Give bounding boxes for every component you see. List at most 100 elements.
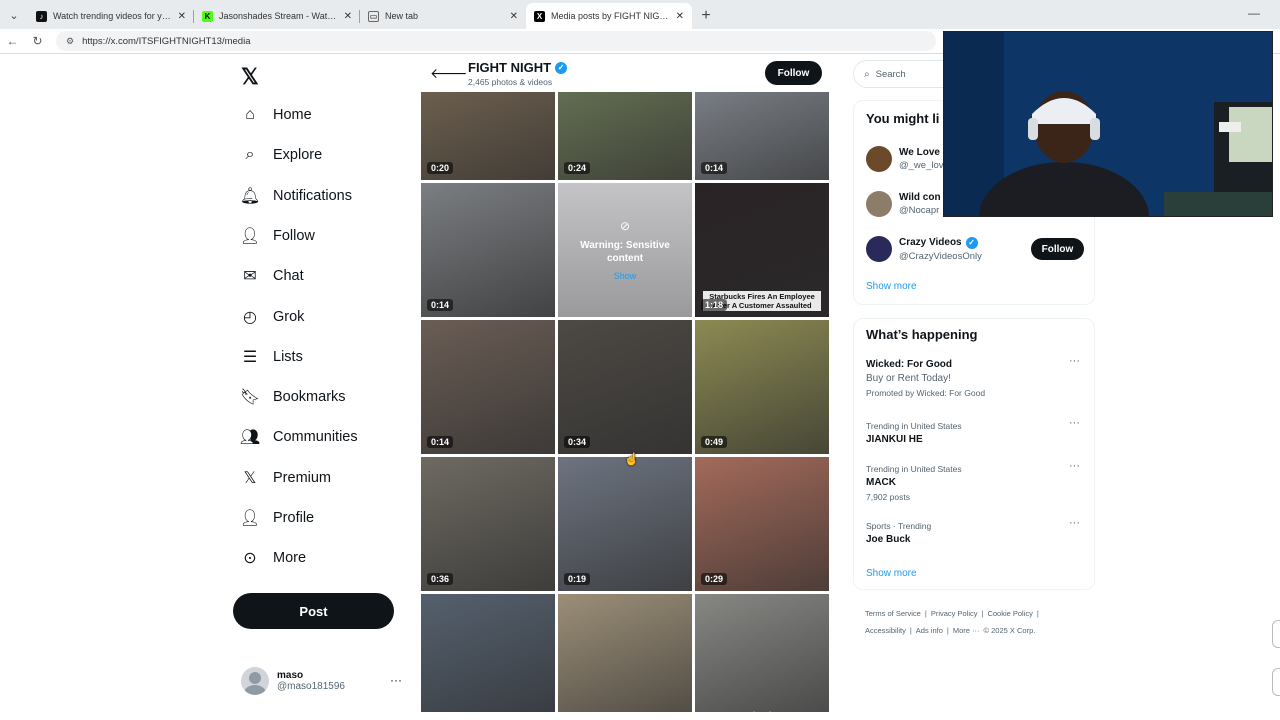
- suggested-user-text: We Love @_we_lov: [899, 147, 944, 171]
- trend-title: Joe Buck: [866, 534, 911, 545]
- media-thumbnail[interactable]: Starbucks Fires An Employee After A Cust…: [695, 183, 829, 317]
- media-thumbnail[interactable]: [558, 594, 692, 712]
- minimize-window-icon[interactable]: —: [1248, 6, 1260, 20]
- tab-search-chevron-icon[interactable]: ⌄: [0, 1, 28, 29]
- promoted-label: Promoted by Wicked: For Good: [866, 388, 986, 398]
- media-thumbnail[interactable]: 0:14: [421, 183, 555, 317]
- sidebar-item-grok[interactable]: ◴ Grok: [240, 302, 304, 332]
- sidebar-item-lists[interactable]: ☰ Lists: [240, 342, 303, 372]
- kick-icon: K: [202, 10, 213, 22]
- video-duration: 0:49: [701, 436, 728, 448]
- trend-item[interactable]: Trending in United States MACK 7,902 posts…: [866, 460, 1086, 502]
- footer-link[interactable]: More ···: [953, 626, 980, 635]
- hidden-eye-icon: ⊘: [619, 219, 631, 233]
- who-to-follow-title: You might li: [866, 111, 940, 126]
- avatar: [866, 146, 892, 172]
- trend-post-count: 7,902 posts: [866, 492, 910, 502]
- trend-item[interactable]: Wicked: For Good Buy or Rent Today! Promot…: [866, 355, 1086, 398]
- sidebar-item-chat[interactable]: ✉ Chat: [240, 261, 303, 291]
- edge-side-button[interactable]: [1272, 620, 1280, 648]
- browser-tab-newtab[interactable]: ▭ New tab ✕: [360, 3, 526, 29]
- sidebar-item-profile[interactable]: 👤︎ Profile: [240, 503, 314, 533]
- footer-link[interactable]: Ads info: [916, 626, 943, 635]
- trend-title: JIANKUI HE: [866, 434, 923, 445]
- footer-separator: |: [924, 609, 927, 618]
- media-thumbnail[interactable]: 0:36: [421, 457, 555, 591]
- trend-title: Wicked: For Good: [866, 359, 953, 370]
- verified-badge-icon: ✓: [965, 236, 978, 249]
- close-tab-icon[interactable]: ✕: [344, 11, 352, 22]
- media-thumbnail[interactable]: 0:20: [421, 92, 555, 180]
- follow-button[interactable]: Follow: [765, 61, 822, 85]
- profile-header: 🡐 FIGHT NIGHT ✓ 2,465 photos & videos Fol…: [418, 56, 831, 92]
- sidebar-item-communities[interactable]: 👥︎ Communities: [240, 422, 358, 452]
- video-duration: 0:36: [427, 573, 454, 585]
- trend-meta: Sports · Trending: [866, 521, 932, 531]
- sensitive-content-warning: Warning: Sensitive content: [580, 240, 670, 264]
- follow-button[interactable]: Follow: [1031, 238, 1084, 260]
- show-more-link[interactable]: Show more: [866, 568, 917, 579]
- media-thumbnail[interactable]: 0:34: [558, 320, 692, 454]
- media-thumbnail[interactable]: 0:14: [695, 92, 829, 180]
- footer-link[interactable]: Cookie Policy: [987, 609, 1032, 618]
- trend-item[interactable]: Sports · Trending Joe Buck ···: [866, 517, 1086, 545]
- sidebar-item-bookmarks[interactable]: 🔖︎ Bookmarks: [240, 382, 346, 412]
- footer-link[interactable]: Terms of Service: [865, 609, 921, 618]
- post-button[interactable]: Post: [233, 593, 394, 629]
- sidebar-item-explore[interactable]: ⌕ Explore: [240, 140, 323, 170]
- footer-link[interactable]: © 2025 X Corp.: [984, 626, 1036, 635]
- close-tab-icon[interactable]: ✕: [510, 11, 518, 22]
- media-thumbnail[interactable]: 0:24: [558, 92, 692, 180]
- sidebar-item-home[interactable]: ⌂ Home: [240, 100, 312, 130]
- browser-tab-x-media[interactable]: X Media posts by FIGHT NIGHT (@IT ✕: [526, 3, 692, 29]
- browser-tab-tiktok[interactable]: ♪ Watch trending videos for you | Ti ✕: [28, 3, 194, 29]
- edge-side-button[interactable]: [1272, 668, 1280, 696]
- trend-meta: Trending in United States: [866, 464, 962, 474]
- media-thumbnail[interactable]: [421, 594, 555, 712]
- suggested-user-text: Crazy Videos ✓ @CrazyVideosOnly: [899, 236, 982, 262]
- more-dots-icon[interactable]: ···: [1069, 517, 1080, 529]
- footer-link[interactable]: Privacy Policy: [931, 609, 978, 618]
- sidebar-item-label: Home: [273, 107, 312, 123]
- more-dots-icon[interactable]: ···: [1069, 417, 1080, 429]
- media-thumbnail[interactable]: 0:49: [695, 320, 829, 454]
- avatar: [866, 191, 892, 217]
- more-dots-icon[interactable]: ···: [1069, 355, 1080, 367]
- media-thumbnail[interactable]: ⊘ Warning: Sensitive content Show: [558, 183, 692, 317]
- whats-happening-card: What’s happening Wicked: For Good Buy or …: [853, 318, 1095, 590]
- suggested-user[interactable]: Crazy Videos ✓ @CrazyVideosOnly Follow: [866, 231, 1086, 267]
- media-thumbnail[interactable]: 0:19: [558, 457, 692, 591]
- browser-tab-kick[interactable]: K Jasonshades Stream - Watch Live ✕: [194, 3, 360, 29]
- media-thumbnail[interactable]: 0:29: [695, 457, 829, 591]
- footer-links: Terms of Service | Privacy Policy | Cookie P…: [865, 605, 1095, 639]
- new-tab-button[interactable]: +: [692, 3, 720, 29]
- more-dots-icon[interactable]: ···: [390, 673, 402, 687]
- x-logo[interactable]: 𝕏: [241, 64, 259, 90]
- video-duration: 0:14: [427, 436, 454, 448]
- show-more-link[interactable]: Show more: [866, 281, 917, 292]
- sidebar-item-more[interactable]: ⊙ More: [240, 543, 306, 573]
- close-tab-icon[interactable]: ✕: [178, 11, 186, 22]
- sidebar-item-notifications[interactable]: 🔔︎ Notifications: [240, 181, 352, 211]
- media-thumbnail[interactable]: 0:14: [421, 320, 555, 454]
- media-thumbnail[interactable]: "F***ing loser": [695, 594, 829, 712]
- close-tab-icon[interactable]: ✕: [676, 11, 684, 22]
- search-icon: ⌕: [245, 146, 255, 164]
- footer-link[interactable]: Accessibility: [865, 626, 906, 635]
- suggested-user-handle: @CrazyVideosOnly: [899, 250, 982, 262]
- back-arrow-icon[interactable]: 🡐: [430, 65, 468, 82]
- site-info-icon[interactable]: ⚙: [66, 36, 74, 47]
- footer-separator: |: [1036, 609, 1039, 618]
- sidebar-item-premium[interactable]: 𝕏 Premium: [240, 463, 331, 493]
- sidebar-item-follow[interactable]: 👤︎ Follow: [240, 221, 315, 251]
- more-dots-icon[interactable]: ···: [1069, 460, 1080, 472]
- back-arrow-icon[interactable]: ←: [0, 34, 25, 48]
- account-switcher[interactable]: maso @maso181596 ···: [241, 665, 406, 697]
- url-field[interactable]: ⚙ https://x.com/ITSFIGHTNIGHT13/media: [56, 31, 936, 51]
- trend-item[interactable]: Trending in United States JIANKUI HE ···: [866, 417, 1086, 445]
- footer-separator: |: [909, 626, 912, 635]
- show-sensitive-button[interactable]: Show: [614, 271, 637, 281]
- reload-icon[interactable]: ↻: [25, 34, 50, 48]
- sidebar-item-label: Notifications: [273, 187, 352, 204]
- x-premium-icon: 𝕏: [243, 469, 257, 487]
